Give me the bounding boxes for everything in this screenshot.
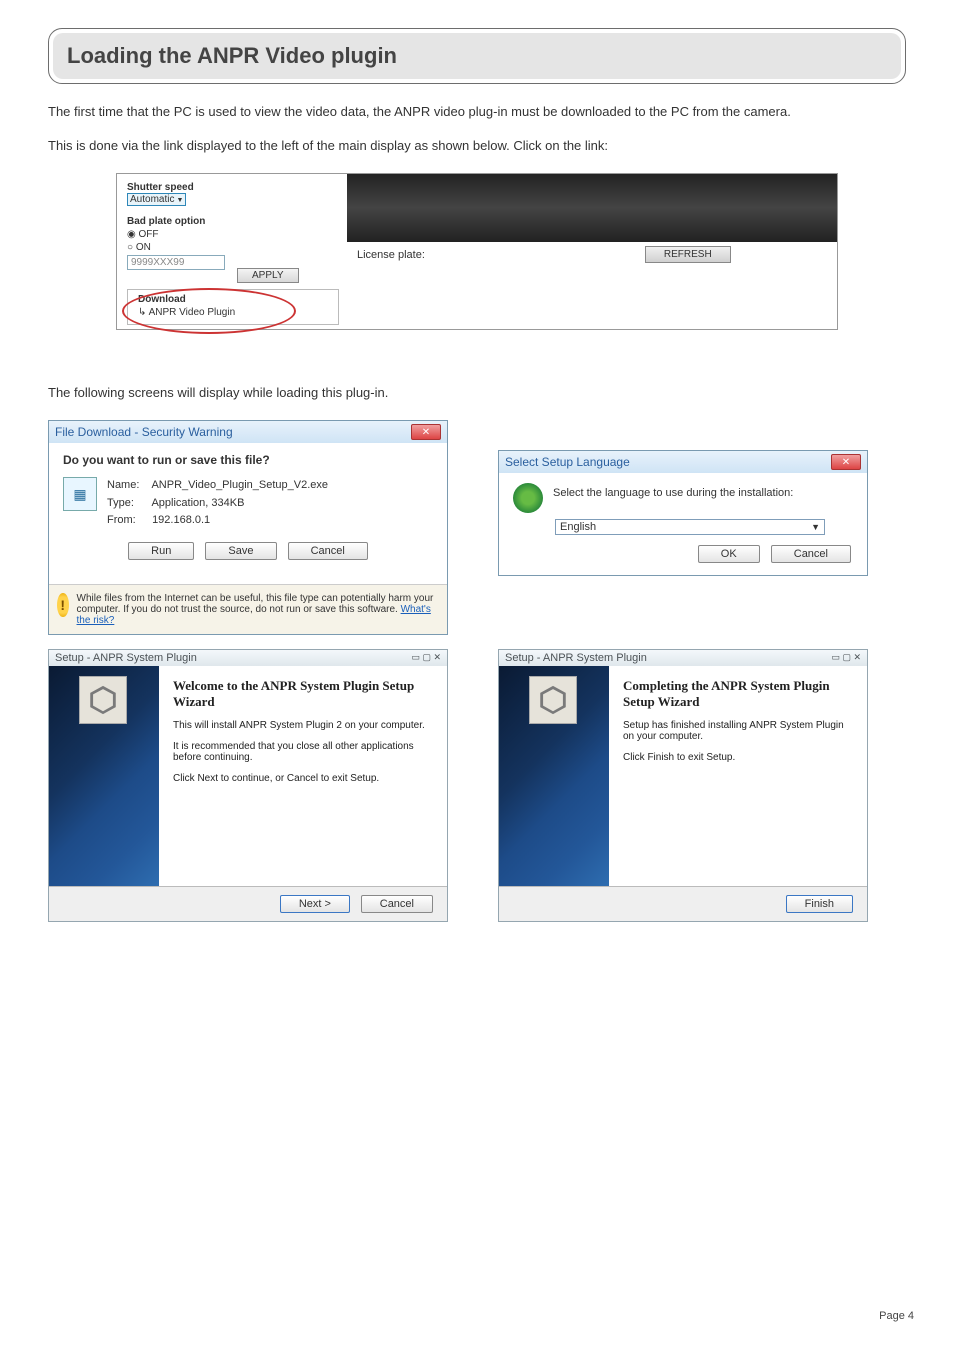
from-value: 192.168.0.1 bbox=[152, 514, 210, 526]
cancel-button[interactable]: Cancel bbox=[771, 545, 851, 563]
ok-button[interactable]: OK bbox=[698, 545, 760, 563]
setup-title: Setup - ANPR System Plugin bbox=[505, 652, 647, 664]
run-button[interactable]: Run bbox=[128, 542, 194, 560]
language-dialog-title: Select Setup Language bbox=[505, 455, 630, 469]
close-icon[interactable]: ✕ bbox=[831, 454, 861, 470]
wizard-heading: Welcome to the ANPR System Plugin Setup … bbox=[173, 678, 433, 710]
download-question: Do you want to run or save this file? bbox=[63, 453, 433, 467]
name-value: ANPR_Video_Plugin_Setup_V2.exe bbox=[151, 479, 328, 491]
warning-text: While files from the Internet can be use… bbox=[77, 593, 439, 626]
chevron-down-icon: ▼ bbox=[811, 522, 820, 532]
window-controls[interactable]: ▭ ▢ ✕ bbox=[831, 652, 861, 663]
wizard-heading: Completing the ANPR System Plugin Setup … bbox=[623, 678, 853, 710]
language-message: Select the language to use during the in… bbox=[553, 483, 793, 499]
plate-pattern-input[interactable]: 9999XXX99 bbox=[127, 255, 225, 270]
anpr-plugin-link[interactable]: ANPR Video Plugin bbox=[149, 307, 236, 318]
heading-frame: Loading the ANPR Video plugin bbox=[48, 28, 906, 84]
warning-shield-icon: ! bbox=[57, 593, 69, 617]
package-icon bbox=[79, 676, 127, 724]
wizard-line-2: It is recommended that you close all oth… bbox=[173, 741, 433, 763]
language-select[interactable]: English▼ bbox=[555, 519, 825, 535]
finish-button[interactable]: Finish bbox=[786, 895, 853, 913]
apply-button[interactable]: APPLY bbox=[237, 268, 299, 283]
setup-title: Setup - ANPR System Plugin bbox=[55, 652, 197, 664]
save-button[interactable]: Save bbox=[205, 542, 276, 560]
wizard-line-2: Click Finish to exit Setup. bbox=[623, 752, 853, 763]
video-preview bbox=[347, 174, 837, 242]
intro-paragraph-1: The first time that the PC is used to vi… bbox=[48, 102, 906, 122]
package-icon bbox=[529, 676, 577, 724]
wizard-sidebar-graphic bbox=[49, 666, 159, 886]
page-number: Page 4 bbox=[879, 1310, 914, 1322]
page-title: Loading the ANPR Video plugin bbox=[53, 33, 901, 79]
globe-icon bbox=[513, 483, 543, 513]
wizard-sidebar-graphic bbox=[499, 666, 609, 886]
cancel-button[interactable]: Cancel bbox=[288, 542, 368, 560]
camera-ui-screenshot: Shutter speed Automatic Bad plate option… bbox=[116, 173, 838, 330]
shutter-speed-label: Shutter speed bbox=[127, 182, 339, 193]
wizard-line-1: Setup has finished installing ANPR Syste… bbox=[623, 720, 853, 742]
close-icon[interactable]: ✕ bbox=[411, 424, 441, 440]
wizard-line-3: Click Next to continue, or Cancel to exi… bbox=[173, 773, 433, 784]
file-download-dialog: File Download - Security Warning ✕ Do yo… bbox=[48, 420, 448, 635]
shutter-speed-select[interactable]: Automatic bbox=[127, 193, 186, 206]
window-controls[interactable]: ▭ ▢ ✕ bbox=[411, 652, 441, 663]
bad-plate-label: Bad plate option bbox=[127, 216, 339, 227]
type-key: Type: bbox=[107, 495, 149, 513]
file-download-title: File Download - Security Warning bbox=[55, 425, 233, 439]
mid-paragraph: The following screens will display while… bbox=[48, 385, 906, 400]
intro-paragraph-2: This is done via the link displayed to t… bbox=[48, 136, 906, 156]
bad-plate-off-radio[interactable]: ◉ OFF bbox=[127, 229, 339, 240]
application-file-icon: ▦ bbox=[63, 477, 97, 511]
language-dialog: Select Setup Language ✕ Select the langu… bbox=[498, 450, 868, 576]
from-key: From: bbox=[107, 512, 149, 530]
bad-plate-on-radio[interactable]: ○ ON bbox=[127, 242, 339, 253]
cancel-button[interactable]: Cancel bbox=[361, 895, 433, 913]
type-value: Application, 334KB bbox=[151, 497, 244, 509]
wizard-line-1: This will install ANPR System Plugin 2 o… bbox=[173, 720, 433, 731]
name-key: Name: bbox=[107, 477, 149, 495]
next-button[interactable]: Next > bbox=[280, 895, 350, 913]
setup-wizard-complete: Setup - ANPR System Plugin ▭ ▢ ✕ Complet… bbox=[498, 649, 868, 922]
setup-wizard-welcome: Setup - ANPR System Plugin ▭ ▢ ✕ Welcome… bbox=[48, 649, 448, 922]
license-plate-label: License plate: bbox=[357, 249, 425, 261]
refresh-button[interactable]: REFRESH bbox=[645, 246, 731, 263]
download-section-label: Download bbox=[138, 294, 332, 305]
